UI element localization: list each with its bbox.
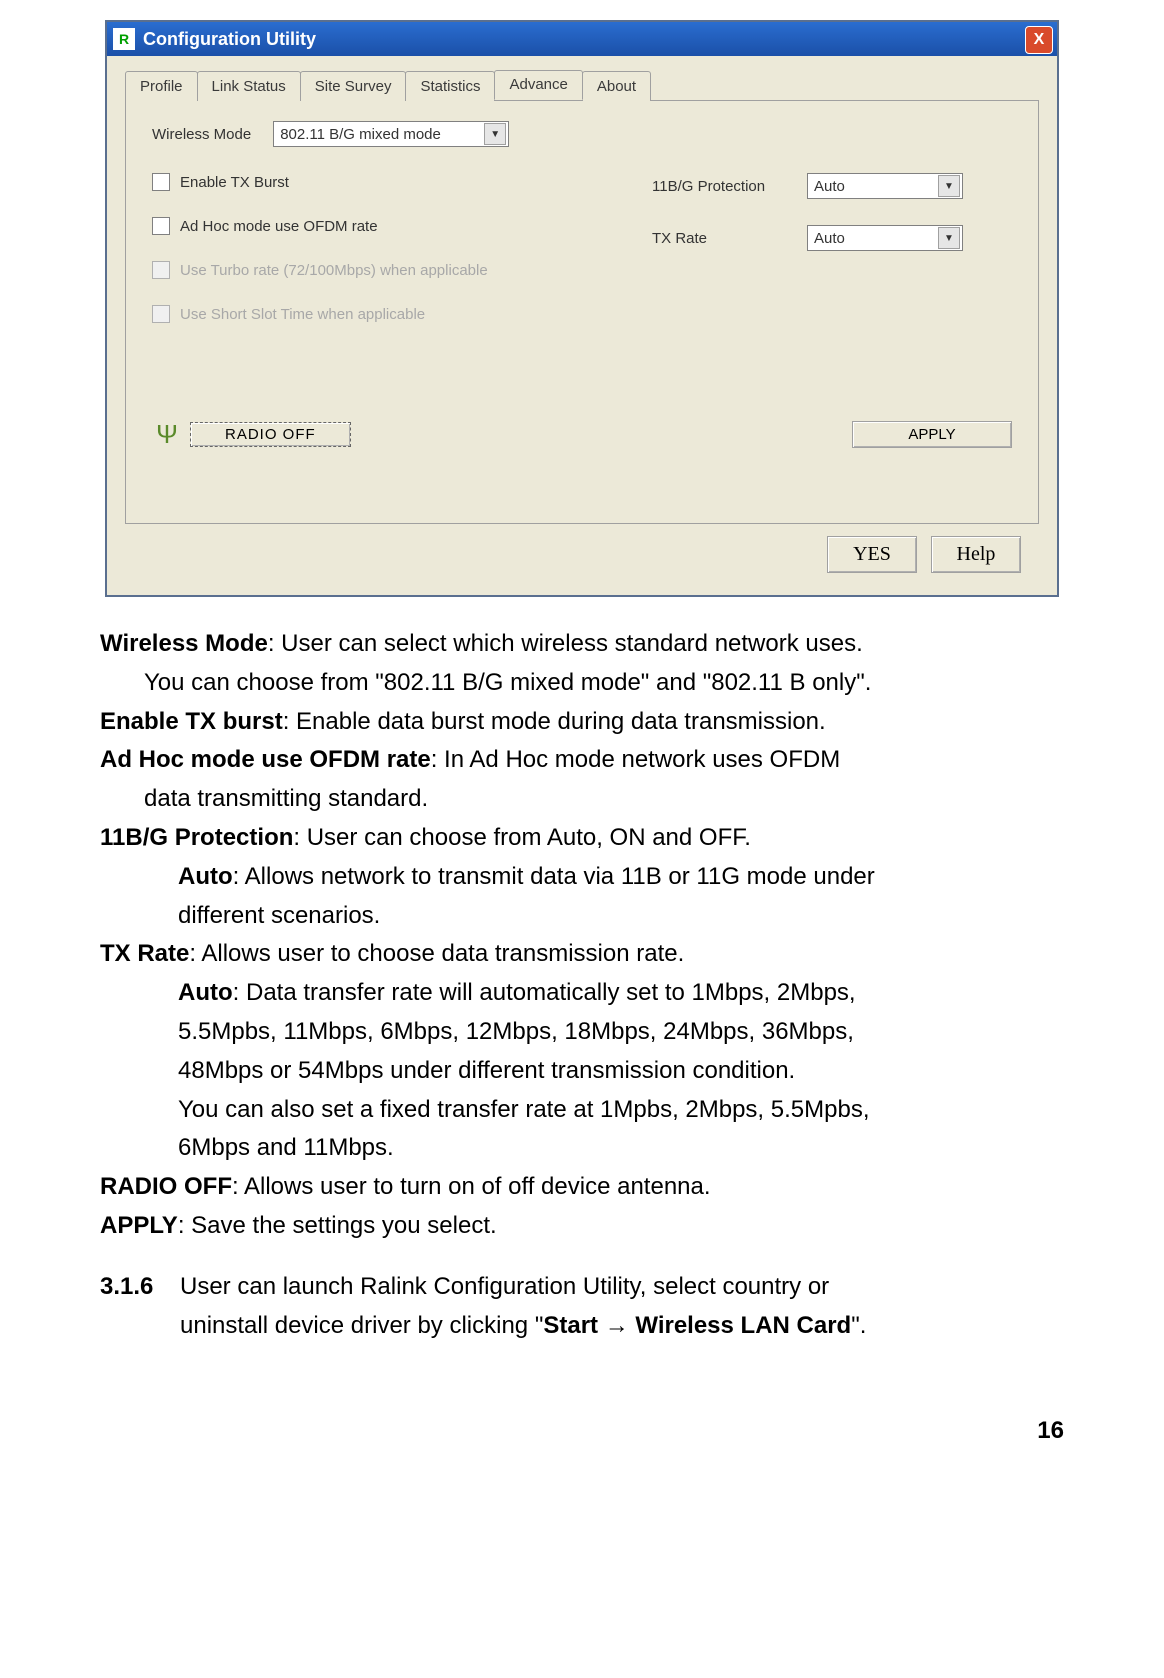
doc-text: 6Mbps and 11Mbps. (178, 1134, 394, 1161)
doc-radio-off-term: RADIO OFF (100, 1173, 232, 1200)
enable-tx-burst-label: Enable TX Burst (180, 174, 289, 191)
enable-tx-burst-checkbox[interactable] (152, 173, 170, 191)
doc-wireless-mode-term: Wireless Mode (100, 630, 268, 657)
doc-text: You can choose from "802.11 B/G mixed mo… (144, 669, 871, 696)
radio-off-button[interactable]: RADIO OFF (190, 422, 351, 447)
yes-button[interactable]: YES (827, 536, 917, 573)
doc-text: : Allows user to turn on of off device a… (232, 1173, 711, 1200)
tab-advance[interactable]: Advance (494, 70, 582, 100)
ad-hoc-ofdm-label: Ad Hoc mode use OFDM rate (180, 218, 378, 235)
doc-adhoc-term: Ad Hoc mode use OFDM rate (100, 746, 431, 773)
doc-text: : Allows network to transmit data via 11… (233, 863, 875, 890)
arrow-icon: → (605, 1312, 629, 1339)
section-number: 3.1.6 (100, 1270, 180, 1348)
doc-text: User can launch Ralink Configuration Uti… (180, 1273, 829, 1300)
tx-rate-label: TX Rate (652, 230, 807, 247)
doc-text: uninstall device driver by clicking " (180, 1312, 543, 1339)
chevron-down-icon: ▼ (484, 123, 506, 145)
protection-dropdown[interactable]: Auto ▼ (807, 173, 963, 199)
turbo-rate-label: Use Turbo rate (72/100Mbps) when applica… (180, 262, 488, 279)
doc-text: : User can choose from Auto, ON and OFF. (293, 824, 751, 851)
doc-apply-term: APPLY (100, 1212, 178, 1239)
doc-txrate-term: TX Rate (100, 940, 189, 967)
tab-statistics[interactable]: Statistics (405, 71, 495, 101)
doc-wlan-term: Wireless LAN Card (629, 1312, 852, 1339)
titlebar: R Configuration Utility X (107, 22, 1057, 56)
short-slot-checkbox (152, 305, 170, 323)
close-icon: X (1034, 31, 1045, 49)
doc-start-term: Start (543, 1312, 604, 1339)
turbo-rate-checkbox (152, 261, 170, 279)
doc-auto-term-2: Auto (178, 979, 233, 1006)
doc-text: 5.5Mpbs, 11Mbps, 6Mbps, 12Mbps, 18Mbps, … (178, 1018, 854, 1045)
window-body: Profile Link Status Site Survey Statisti… (107, 56, 1057, 595)
doc-text: 48Mbps or 54Mbps under different transmi… (178, 1057, 795, 1084)
ad-hoc-ofdm-checkbox[interactable] (152, 217, 170, 235)
apply-button[interactable]: APPLY (852, 421, 1012, 448)
tab-site-survey[interactable]: Site Survey (300, 71, 407, 101)
doc-text: ". (851, 1312, 866, 1339)
doc-text: You can also set a fixed transfer rate a… (178, 1096, 870, 1123)
advance-panel: Wireless Mode 802.11 B/G mixed mode ▼ En… (125, 101, 1039, 524)
doc-text: : Data transfer rate will automatically … (233, 979, 856, 1006)
tab-strip: Profile Link Status Site Survey Statisti… (125, 70, 1039, 101)
short-slot-label: Use Short Slot Time when applicable (180, 306, 425, 323)
wireless-mode-dropdown[interactable]: 802.11 B/G mixed mode ▼ (273, 121, 509, 147)
protection-value: Auto (814, 178, 934, 195)
doc-text: : Enable data burst mode during data tra… (283, 708, 826, 735)
app-icon: R (113, 28, 135, 50)
chevron-down-icon: ▼ (938, 227, 960, 249)
doc-enable-tx-term: Enable TX burst (100, 708, 283, 735)
wireless-mode-value: 802.11 B/G mixed mode (280, 126, 480, 143)
doc-text: different scenarios. (178, 902, 380, 929)
dialog-buttons: YES Help (125, 524, 1039, 585)
tx-rate-value: Auto (814, 230, 934, 247)
doc-protection-term: 11B/G Protection (100, 824, 293, 851)
documentation-text: Wireless Mode: User can select which wir… (100, 627, 1064, 1347)
tab-profile[interactable]: Profile (125, 71, 198, 101)
window-title: Configuration Utility (143, 29, 316, 50)
doc-text: : In Ad Hoc mode network uses OFDM (431, 746, 841, 773)
tx-rate-dropdown[interactable]: Auto ▼ (807, 225, 963, 251)
doc-text: : User can select which wireless standar… (268, 630, 863, 657)
page-number: 16 (100, 1417, 1064, 1445)
doc-text: : Allows user to choose data transmissio… (189, 940, 684, 967)
config-utility-window: R Configuration Utility X Profile Link S… (105, 20, 1059, 597)
chevron-down-icon: ▼ (938, 175, 960, 197)
doc-auto-term: Auto (178, 863, 233, 890)
doc-text: data transmitting standard. (144, 785, 428, 812)
tab-link-status[interactable]: Link Status (197, 71, 301, 101)
help-button[interactable]: Help (931, 536, 1021, 573)
wireless-mode-label: Wireless Mode (152, 126, 251, 143)
antenna-icon: Ψ (152, 419, 182, 449)
tab-about[interactable]: About (582, 71, 651, 101)
protection-label: 11B/G Protection (652, 178, 807, 195)
doc-text: : Save the settings you select. (178, 1212, 497, 1239)
close-button[interactable]: X (1025, 26, 1053, 54)
